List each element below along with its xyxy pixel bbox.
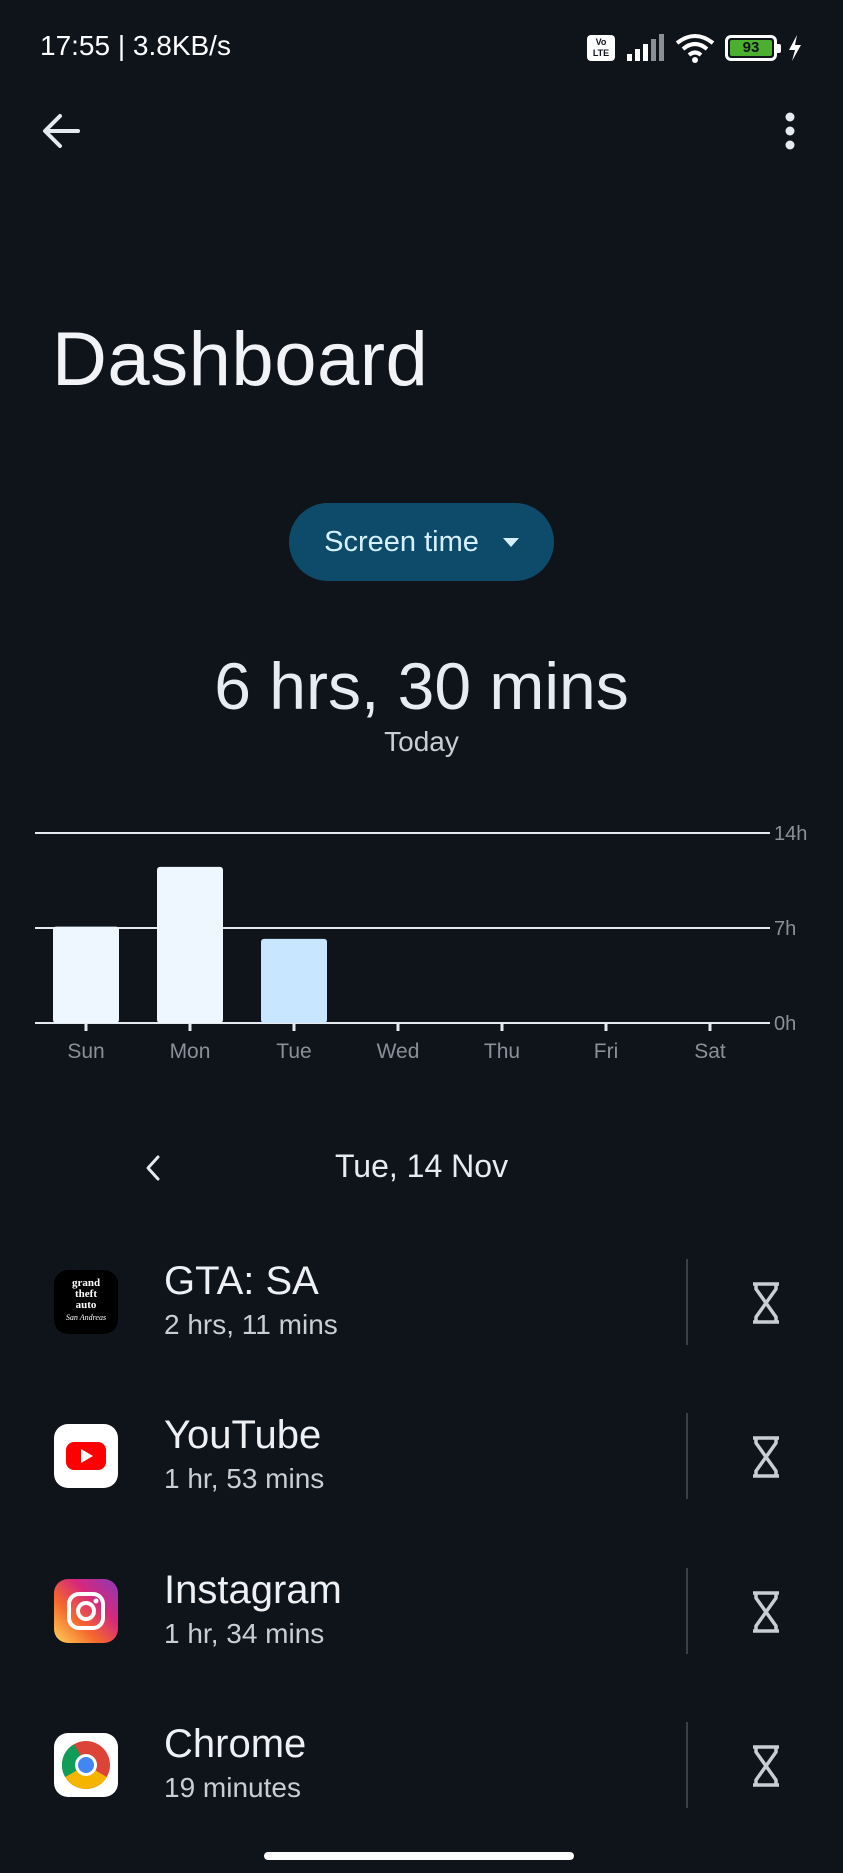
x-tick-label: Wed [377, 1040, 420, 1063]
usage-bar-chart: 0h 7h 14h Sun Mon Tue Wed Thu Fri Sat [35, 823, 807, 1063]
x-tick-label: Sun [67, 1040, 104, 1063]
app-usage-time: 19 minutes [164, 1772, 301, 1803]
total-screen-time: 6 hrs, 30 mins [214, 649, 629, 723]
divider [686, 1413, 688, 1499]
arrow-left-icon [43, 114, 80, 148]
divider [686, 1259, 688, 1345]
hourglass-icon [753, 1282, 779, 1324]
page-title: Dashboard [52, 317, 429, 402]
hourglass-icon [753, 1436, 779, 1478]
more-vert-icon [785, 112, 795, 150]
chrome-icon [54, 1733, 118, 1797]
more-options-button[interactable] [767, 108, 813, 154]
instagram-icon [54, 1579, 118, 1643]
battery-level: 93 [730, 40, 772, 56]
app-row-youtube[interactable]: YouTube 1 hr, 53 mins [0, 1391, 843, 1521]
x-tick-label: Tue [276, 1040, 311, 1063]
gta-sa-icon: grand theft auto San Andreas [54, 1270, 118, 1334]
hourglass-icon [753, 1745, 779, 1787]
app-usage-time: 1 hr, 34 mins [164, 1618, 325, 1649]
selected-date: Tue, 14 Nov [334, 1148, 509, 1184]
home-indicator[interactable] [264, 1852, 574, 1860]
bar-tue[interactable] [261, 938, 327, 1023]
divider [686, 1568, 688, 1654]
app-timer-button[interactable] [736, 1429, 796, 1485]
wifi-icon [675, 34, 715, 63]
divider [686, 1722, 688, 1808]
app-usage-time: 1 hr, 53 mins [164, 1463, 325, 1494]
hourglass-icon [753, 1591, 779, 1633]
battery-icon: 93 [725, 35, 781, 61]
svg-text:auto: auto [76, 1299, 97, 1311]
svg-text:San Andreas: San Andreas [66, 1313, 106, 1322]
x-tick-label: Sat [694, 1040, 726, 1063]
app-name: Chrome [164, 1722, 307, 1766]
period-label: Today [384, 726, 459, 757]
app-timer-button[interactable] [736, 1584, 796, 1640]
x-tick-label: Fri [594, 1040, 619, 1063]
caret-down-icon [502, 537, 519, 547]
screen: 17:55 | 3.8KB/s Vo LTE 93 Dashboard Scre… [0, 0, 843, 1873]
app-row-gta-sa[interactable]: grand theft auto San Andreas GTA: SA 2 h… [0, 1237, 843, 1367]
status-time: 17:55 | 3.8KB/s [40, 30, 231, 61]
app-name: Instagram [164, 1568, 342, 1612]
bar-mon[interactable] [157, 866, 223, 1023]
app-usage-time: 2 hrs, 11 mins [164, 1309, 338, 1340]
app-row-instagram[interactable]: Instagram 1 hr, 34 mins [0, 1546, 843, 1676]
y-tick-label: 7h [774, 918, 796, 940]
metric-dropdown-label: Screen time [324, 525, 479, 558]
app-name: GTA: SA [164, 1259, 319, 1303]
youtube-icon [54, 1424, 118, 1488]
x-tick-label: Mon [170, 1040, 211, 1063]
app-name: YouTube [164, 1413, 322, 1457]
x-tick-label: Thu [484, 1040, 520, 1063]
y-tick-label: 14h [774, 823, 807, 845]
app-timer-button[interactable] [736, 1738, 796, 1794]
volte-icon: Vo LTE [587, 35, 615, 61]
signal-icon [627, 34, 664, 61]
back-button[interactable] [38, 108, 84, 154]
status-icons: Vo LTE 93 [587, 30, 803, 66]
y-tick-label: 0h [774, 1013, 796, 1035]
app-timer-button[interactable] [736, 1275, 796, 1331]
charging-icon [789, 35, 801, 61]
status-bar: 17:55 | 3.8KB/s Vo LTE 93 [0, 0, 843, 95]
app-row-chrome[interactable]: Chrome 19 minutes [0, 1700, 843, 1830]
bar-sun[interactable] [53, 926, 119, 1023]
metric-dropdown[interactable]: Screen time [289, 503, 554, 581]
